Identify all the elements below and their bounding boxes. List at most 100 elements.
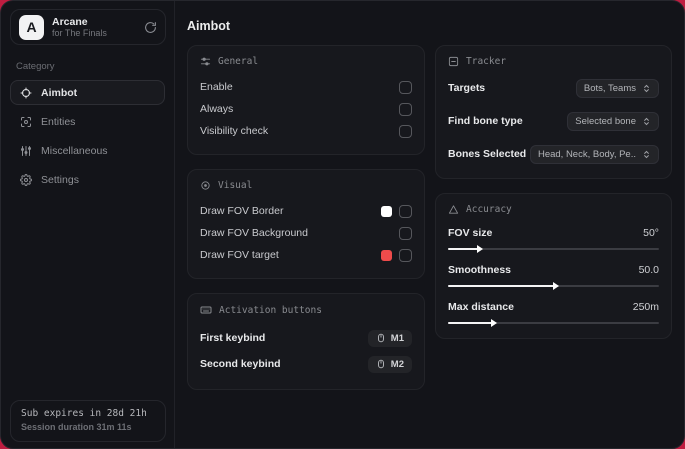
slider-value: 50.0 xyxy=(638,264,659,276)
setting-label: First keybind xyxy=(200,332,266,344)
sub-expiry-text: Sub expires in 28d 21h xyxy=(21,408,147,420)
accuracy-card: Accuracy FOV size 50° Smoothness 50.0 Ma… xyxy=(435,193,672,339)
crosshair-icon xyxy=(20,87,32,99)
max-distance-slider[interactable] xyxy=(448,319,659,327)
setting-label: FOV size xyxy=(448,227,493,239)
setting-row-find-bone-type: Find bone type Selected bone xyxy=(448,109,659,133)
slider-thumb[interactable] xyxy=(476,245,483,253)
sidebar-item-settings[interactable]: Settings xyxy=(10,167,165,192)
sidebar-item-label: Settings xyxy=(41,173,79,186)
select-value: Selected bone xyxy=(575,115,636,127)
max-distance-slider-group: Max distance 250m xyxy=(448,298,659,327)
setting-label: Draw FOV target xyxy=(200,249,279,261)
setting-row-bones-selected: Bones Selected Head, Neck, Body, Pe.. xyxy=(448,142,659,166)
setting-label: Targets xyxy=(448,82,486,94)
sidebar-nav: Aimbot Entities Miscellaneous Settings xyxy=(10,80,165,192)
tracker-frame-icon xyxy=(448,56,459,67)
first-keybind-button[interactable]: M1 xyxy=(367,329,412,347)
app-header: A Arcane for The Finals xyxy=(10,9,166,45)
sidebar-item-entities[interactable]: Entities xyxy=(10,109,165,134)
setting-row-always: Always xyxy=(200,98,412,120)
visual-focus-icon xyxy=(200,180,211,191)
mouse-icon xyxy=(376,333,386,343)
entities-icon xyxy=(20,116,32,128)
fov-target-checkbox[interactable] xyxy=(399,248,412,262)
fov-background-checkbox[interactable] xyxy=(399,226,412,240)
smoothness-slider-group: Smoothness 50.0 xyxy=(448,261,659,290)
activation-card: Activation buttons First keybind M1 Seco… xyxy=(187,293,425,390)
setting-row-second-keybind: Second keybind M2 xyxy=(200,351,412,377)
setting-label: Always xyxy=(200,103,234,115)
slider-thumb[interactable] xyxy=(491,319,498,327)
card-title: Visual xyxy=(218,180,253,191)
slider-thumb[interactable] xyxy=(552,282,559,290)
setting-label: Enable xyxy=(200,81,233,93)
fov-target-color-swatch[interactable] xyxy=(381,249,392,261)
fov-border-color-swatch[interactable] xyxy=(381,205,392,217)
always-checkbox[interactable] xyxy=(399,102,412,116)
sidebar-item-miscellaneous[interactable]: Miscellaneous xyxy=(10,138,165,163)
targets-select[interactable]: Bots, Teams xyxy=(575,78,659,98)
card-title: Activation buttons xyxy=(219,304,322,316)
setting-label: Visibility check xyxy=(200,125,269,137)
find-bone-type-select[interactable]: Selected bone xyxy=(567,111,659,131)
accuracy-delta-icon xyxy=(448,204,459,215)
bones-selected-select[interactable]: Head, Neck, Body, Pe.. xyxy=(529,144,659,164)
select-value: Bots, Teams xyxy=(583,82,636,94)
setting-label: Bones Selected xyxy=(448,148,527,160)
setting-label: Draw FOV Border xyxy=(200,205,284,217)
keybind-value: M1 xyxy=(390,332,404,344)
setting-row-fov-target: Draw FOV target xyxy=(200,244,412,266)
category-label: Category xyxy=(16,61,55,72)
setting-row-enable: Enable xyxy=(200,76,412,98)
enable-checkbox[interactable] xyxy=(399,80,412,94)
setting-row-fov-background: Draw FOV Background xyxy=(200,222,412,244)
sidebar-item-aimbot[interactable]: Aimbot xyxy=(10,80,165,105)
general-card: General Enable Always Visibility check xyxy=(187,45,425,155)
sidebar-item-label: Miscellaneous xyxy=(41,144,108,157)
card-title: General xyxy=(218,56,259,67)
select-chevrons-icon xyxy=(642,150,651,159)
gear-icon xyxy=(20,173,32,186)
tracker-card: Tracker Targets Bots, Teams Find bone ty… xyxy=(435,45,672,179)
sliders-icon xyxy=(20,145,32,157)
card-title: Accuracy xyxy=(466,204,512,215)
sidebar-item-label: Entities xyxy=(41,115,76,128)
visibility-check-checkbox[interactable] xyxy=(399,124,412,138)
fov-border-checkbox[interactable] xyxy=(399,204,412,218)
app-subtitle: for The Finals xyxy=(52,27,107,38)
setting-label: Draw FOV Background xyxy=(200,227,308,239)
general-sliders-icon xyxy=(200,56,211,67)
setting-row-fov-border: Draw FOV Border xyxy=(200,200,412,222)
keybind-value: M2 xyxy=(390,358,404,370)
subscription-info: Sub expires in 28d 21h Session duration … xyxy=(10,400,166,442)
main-content: Aimbot General Enable Always Visibility … xyxy=(175,1,685,448)
fov-size-slider-group: FOV size 50° xyxy=(448,224,659,253)
select-chevrons-icon xyxy=(642,117,651,126)
keyboard-icon xyxy=(200,304,212,316)
refresh-icon[interactable] xyxy=(144,21,157,34)
visual-card: Visual Draw FOV Border Draw FOV Backgrou… xyxy=(187,169,425,279)
sidebar-item-label: Aimbot xyxy=(41,86,78,99)
setting-label: Second keybind xyxy=(200,358,281,370)
setting-label: Find bone type xyxy=(448,115,523,127)
setting-row-targets: Targets Bots, Teams xyxy=(448,76,659,100)
card-title: Tracker xyxy=(466,56,507,67)
slider-value: 50° xyxy=(643,227,659,239)
second-keybind-button[interactable]: M2 xyxy=(367,355,412,373)
fov-size-slider[interactable] xyxy=(448,245,659,253)
app-window: A Arcane for The Finals Category Aimbot xyxy=(0,0,685,449)
setting-label: Smoothness xyxy=(448,264,512,276)
setting-label: Max distance xyxy=(448,301,514,313)
session-duration-text: Session duration 31m 11s xyxy=(21,421,132,432)
app-name: Arcane xyxy=(52,15,88,28)
select-value: Head, Neck, Body, Pe.. xyxy=(537,148,636,160)
slider-value: 250m xyxy=(632,301,659,313)
setting-row-visibility-check: Visibility check xyxy=(200,120,412,142)
smoothness-slider[interactable] xyxy=(448,282,659,290)
setting-row-first-keybind: First keybind M1 xyxy=(200,325,412,351)
app-logo: A xyxy=(19,14,44,40)
select-chevrons-icon xyxy=(642,84,651,93)
mouse-icon xyxy=(376,359,386,369)
sidebar: A Arcane for The Finals Category Aimbot xyxy=(1,1,175,448)
